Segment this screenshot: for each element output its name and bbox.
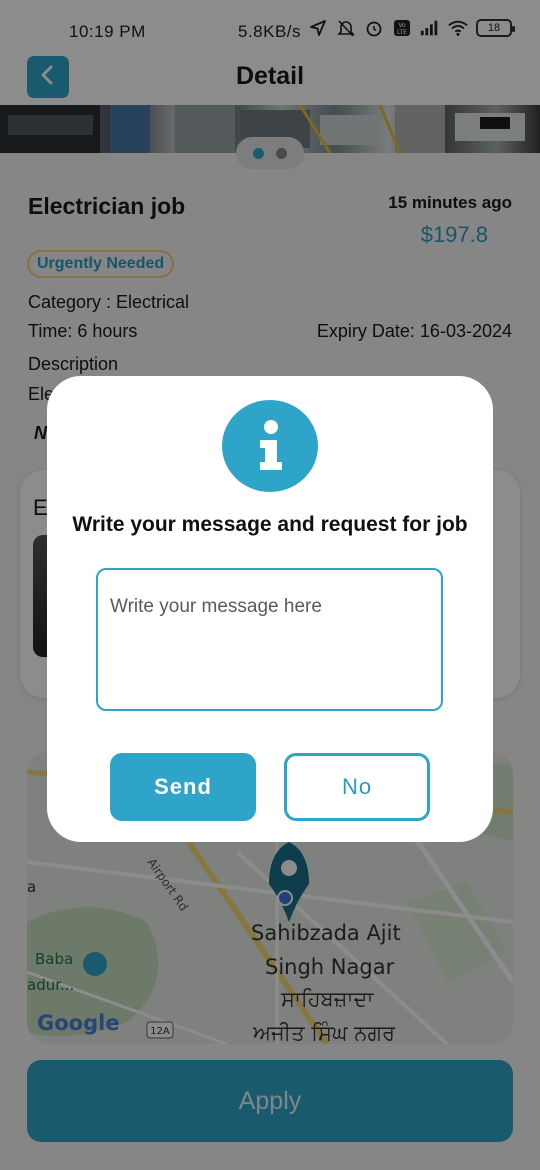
info-icon: [222, 400, 318, 492]
send-button[interactable]: Send: [110, 753, 256, 821]
message-input[interactable]: [96, 568, 443, 711]
dialog-message: Write your message and request for job: [72, 513, 468, 536]
no-button[interactable]: No: [284, 753, 430, 821]
